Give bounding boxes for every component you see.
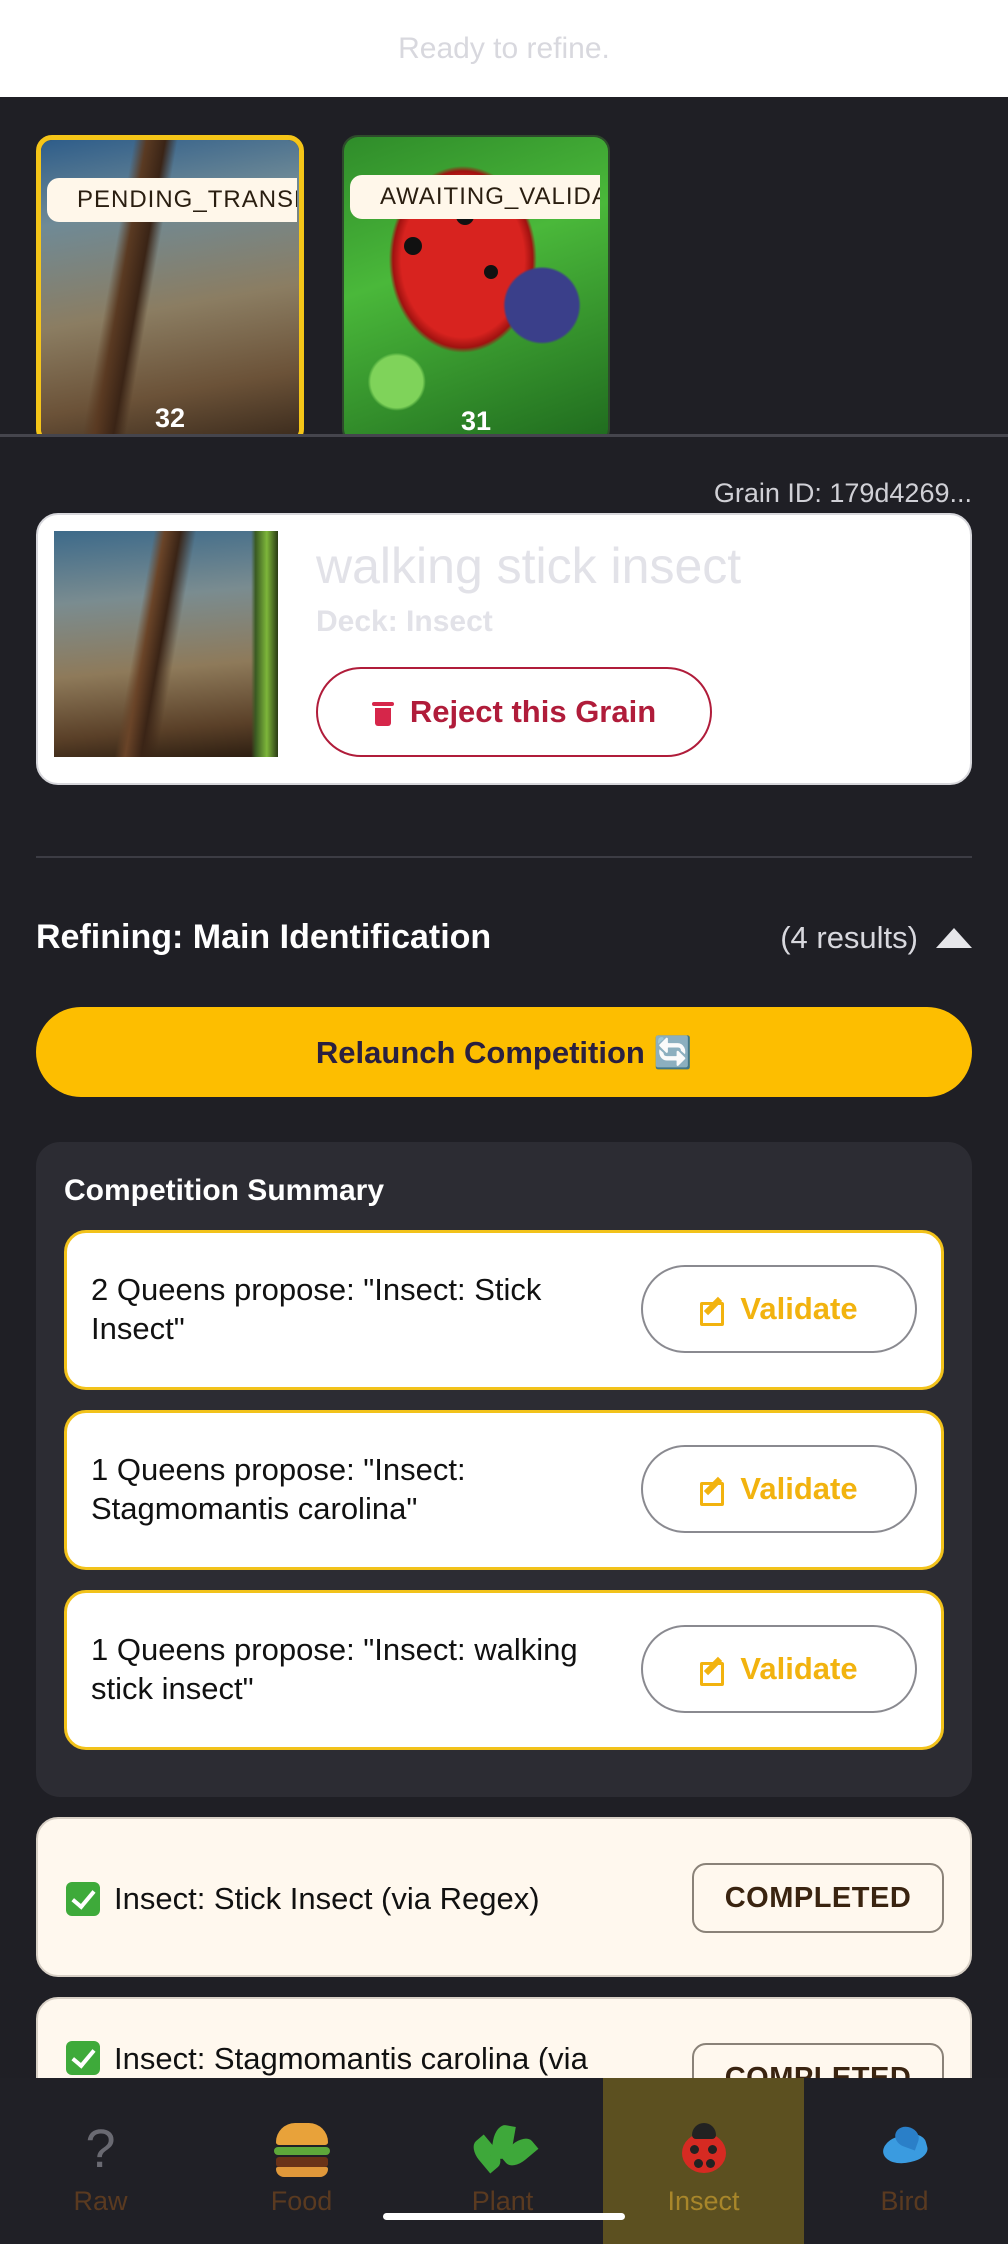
reject-grain-button[interactable]: Reject this Grain bbox=[316, 667, 712, 757]
completed-label: Insect: Stagmomantis carolina (via bbox=[114, 2041, 588, 2076]
validate-label: Validate bbox=[740, 1291, 858, 1326]
nav-item-insect[interactable]: Insect bbox=[603, 2078, 804, 2244]
herb-icon bbox=[467, 2118, 538, 2180]
grain-card: walking stick insect Deck: Insect Reject… bbox=[36, 513, 972, 785]
proposal-text: 1 Queens propose: "Insect: walking stick… bbox=[91, 1632, 578, 1706]
nav-label: Bird bbox=[880, 2186, 929, 2216]
home-indicator[interactable] bbox=[383, 2213, 625, 2220]
proposal-item: 2 Queens propose: "Insect: Stick Insect"… bbox=[64, 1230, 944, 1390]
grain-thumbnail-ladybug[interactable]: AWAITING_VALIDATION 31 bbox=[342, 135, 610, 436]
proposal-item: 1 Queens propose: "Insect: Stagmomantis … bbox=[64, 1410, 944, 1570]
completed-text: Insect: Stick Insect (via Regex) bbox=[66, 1819, 540, 1975]
status-text: Ready to refine. bbox=[398, 31, 610, 65]
competition-summary: Competition Summary 2 Queens propose: "I… bbox=[36, 1142, 972, 1797]
nav-label: Food bbox=[270, 2186, 333, 2216]
summary-title: Competition Summary bbox=[64, 1174, 385, 1207]
grain-thumbnail-strip[interactable]: PENDING_TRANSLATION 32 AWAITING_VALIDATI… bbox=[0, 97, 1008, 437]
status-badge: PENDING_TRANSLATION bbox=[47, 178, 297, 222]
question-icon: ? bbox=[85, 2119, 116, 2179]
check-mark-icon bbox=[66, 2041, 100, 2075]
validate-button[interactable]: Validate bbox=[641, 1265, 917, 1353]
check-mark-icon bbox=[66, 1882, 100, 1916]
bird-icon bbox=[875, 2118, 935, 2180]
validate-button[interactable]: Validate bbox=[641, 1445, 917, 1533]
thumbnail-count: 31 bbox=[460, 406, 492, 436]
grain-image bbox=[54, 531, 278, 757]
proposal-text: 1 Queens propose: "Insect: Stagmomantis … bbox=[91, 1452, 466, 1526]
edit-icon bbox=[700, 1656, 726, 1686]
ladybug-icon bbox=[676, 2118, 732, 2180]
edit-icon bbox=[700, 1296, 726, 1326]
reject-label: Reject this Grain bbox=[409, 694, 657, 729]
results-count: (4 results) bbox=[780, 920, 918, 955]
relaunch-competition-button[interactable]: Relaunch Competition 🔄 bbox=[36, 1007, 972, 1097]
refining-title: Refining: Main Identification bbox=[36, 918, 492, 956]
nav-item-raw[interactable]: ? Raw bbox=[0, 2078, 201, 2244]
trash-icon bbox=[371, 698, 394, 726]
grain-id: Grain ID: 179d4269... bbox=[713, 478, 972, 508]
proposal-item: 1 Queens propose: "Insect: walking stick… bbox=[64, 1590, 944, 1750]
completed-item: Insect: Stick Insect (via Regex) COMPLET… bbox=[36, 1817, 972, 1977]
status-badge: AWAITING_VALIDATION bbox=[350, 175, 600, 219]
validate-label: Validate bbox=[740, 1651, 858, 1686]
validate-button[interactable]: Validate bbox=[641, 1625, 917, 1713]
completed-label: Insect: Stick Insect (via Regex) bbox=[114, 1881, 540, 1916]
status-bar: Ready to refine. bbox=[0, 0, 1008, 97]
grain-deck: Deck: Insect bbox=[316, 605, 493, 638]
nav-label: Insect bbox=[667, 2186, 740, 2216]
completed-badge: COMPLETED bbox=[692, 1863, 944, 1933]
divider bbox=[36, 856, 972, 858]
collapse-caret-icon[interactable] bbox=[936, 928, 972, 948]
nav-label: Raw bbox=[73, 2186, 128, 2216]
thumbnail-count: 32 bbox=[154, 403, 186, 433]
grain-thumbnail-stick-insect[interactable]: PENDING_TRANSLATION 32 bbox=[36, 135, 304, 434]
nav-item-food[interactable]: Food bbox=[201, 2078, 402, 2244]
nav-item-bird[interactable]: Bird bbox=[804, 2078, 1005, 2244]
proposal-text: 2 Queens propose: "Insect: Stick Insect" bbox=[91, 1272, 542, 1346]
grain-title: walking stick insect bbox=[316, 538, 742, 594]
edit-icon bbox=[700, 1476, 726, 1506]
burger-icon bbox=[273, 2118, 330, 2180]
validate-label: Validate bbox=[740, 1471, 858, 1506]
